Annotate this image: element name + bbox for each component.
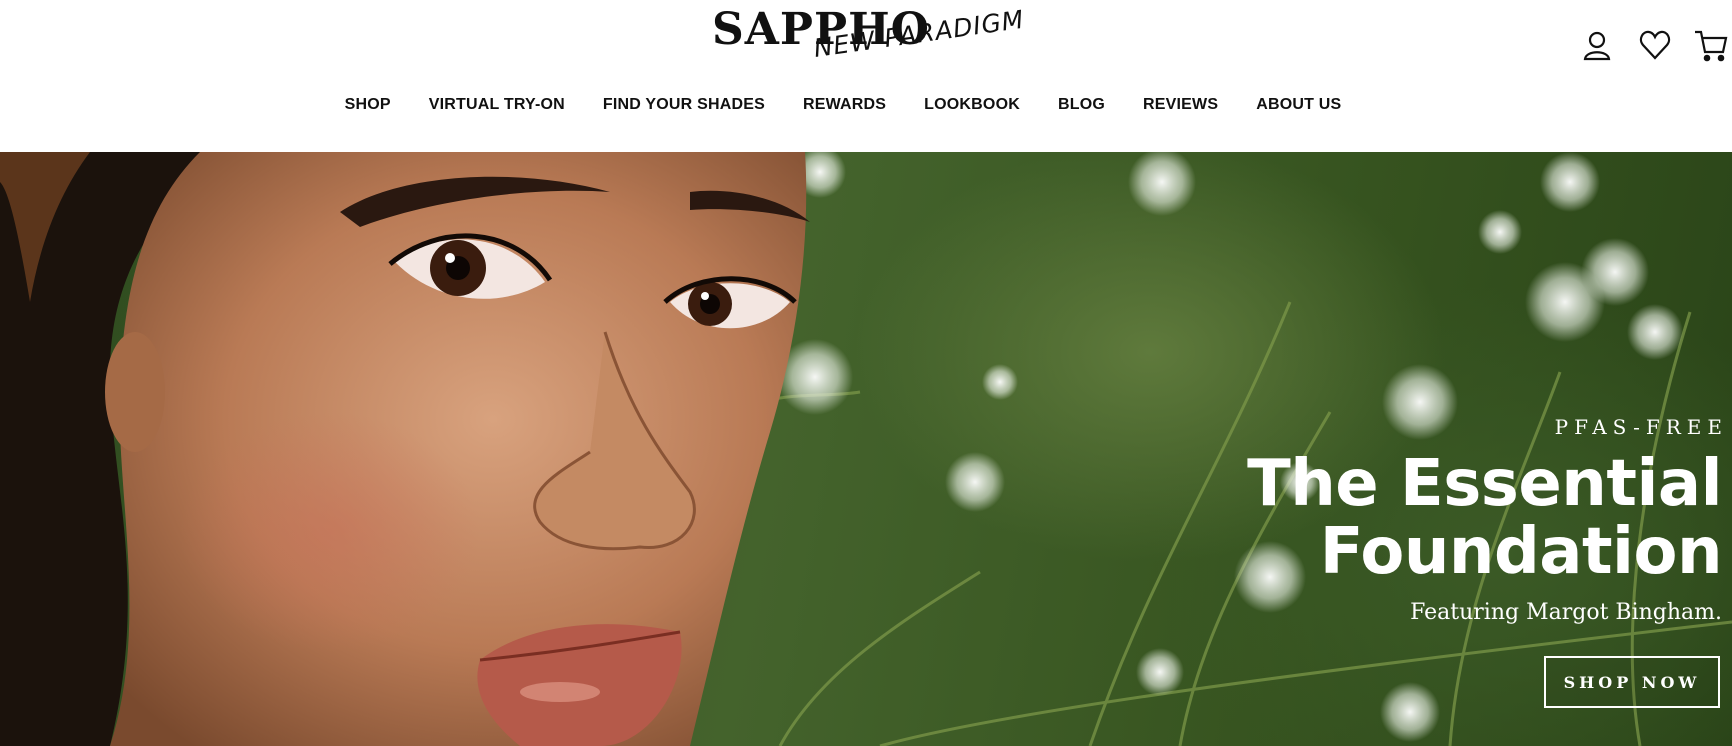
brand-logo[interactable]: SAPPHO NEW PARADIGM	[712, 4, 1026, 84]
site-header: SAPPHO NEW PARADIGM SHOP VIRTUAL TRY-ON	[0, 0, 1732, 152]
hero-copy: PFAS-FREE The Essential Foundation Featu…	[1162, 414, 1722, 628]
account-icon[interactable]	[1580, 28, 1614, 62]
hero-headline-line2: Foundation	[1319, 515, 1723, 589]
main-nav-list: SHOP VIRTUAL TRY-ON FIND YOUR SHADES REW…	[345, 96, 1342, 114]
main-nav: SHOP VIRTUAL TRY-ON FIND YOUR SHADES REW…	[0, 96, 1732, 122]
hero-headline-line1: The Essential	[1247, 447, 1722, 521]
hero-headline: The Essential Foundation	[1162, 450, 1722, 586]
nav-item-rewards[interactable]: REWARDS	[803, 96, 886, 114]
nav-item-find-your-shades[interactable]: FIND YOUR SHADES	[603, 96, 765, 114]
nav-item-blog[interactable]: BLOG	[1058, 96, 1105, 114]
hero-banner[interactable]: PFAS-FREE The Essential Foundation Featu…	[0, 152, 1732, 746]
shop-now-button[interactable]: SHOP NOW	[1544, 656, 1720, 708]
nav-item-lookbook[interactable]: LOOKBOOK	[924, 96, 1020, 114]
nav-item-shop[interactable]: SHOP	[345, 96, 391, 114]
hero-subline: Featuring Margot Bingham.	[1410, 600, 1722, 625]
header-icons	[1576, 28, 1732, 64]
wishlist-heart-icon[interactable]	[1638, 28, 1672, 62]
hero-eyebrow: PFAS-FREE	[1554, 415, 1728, 439]
cart-icon[interactable]	[1694, 28, 1728, 62]
nav-item-virtual-try-on[interactable]: VIRTUAL TRY-ON	[429, 96, 565, 114]
nav-item-reviews[interactable]: REVIEWS	[1143, 96, 1218, 114]
nav-item-about-us[interactable]: ABOUT US	[1256, 96, 1341, 114]
